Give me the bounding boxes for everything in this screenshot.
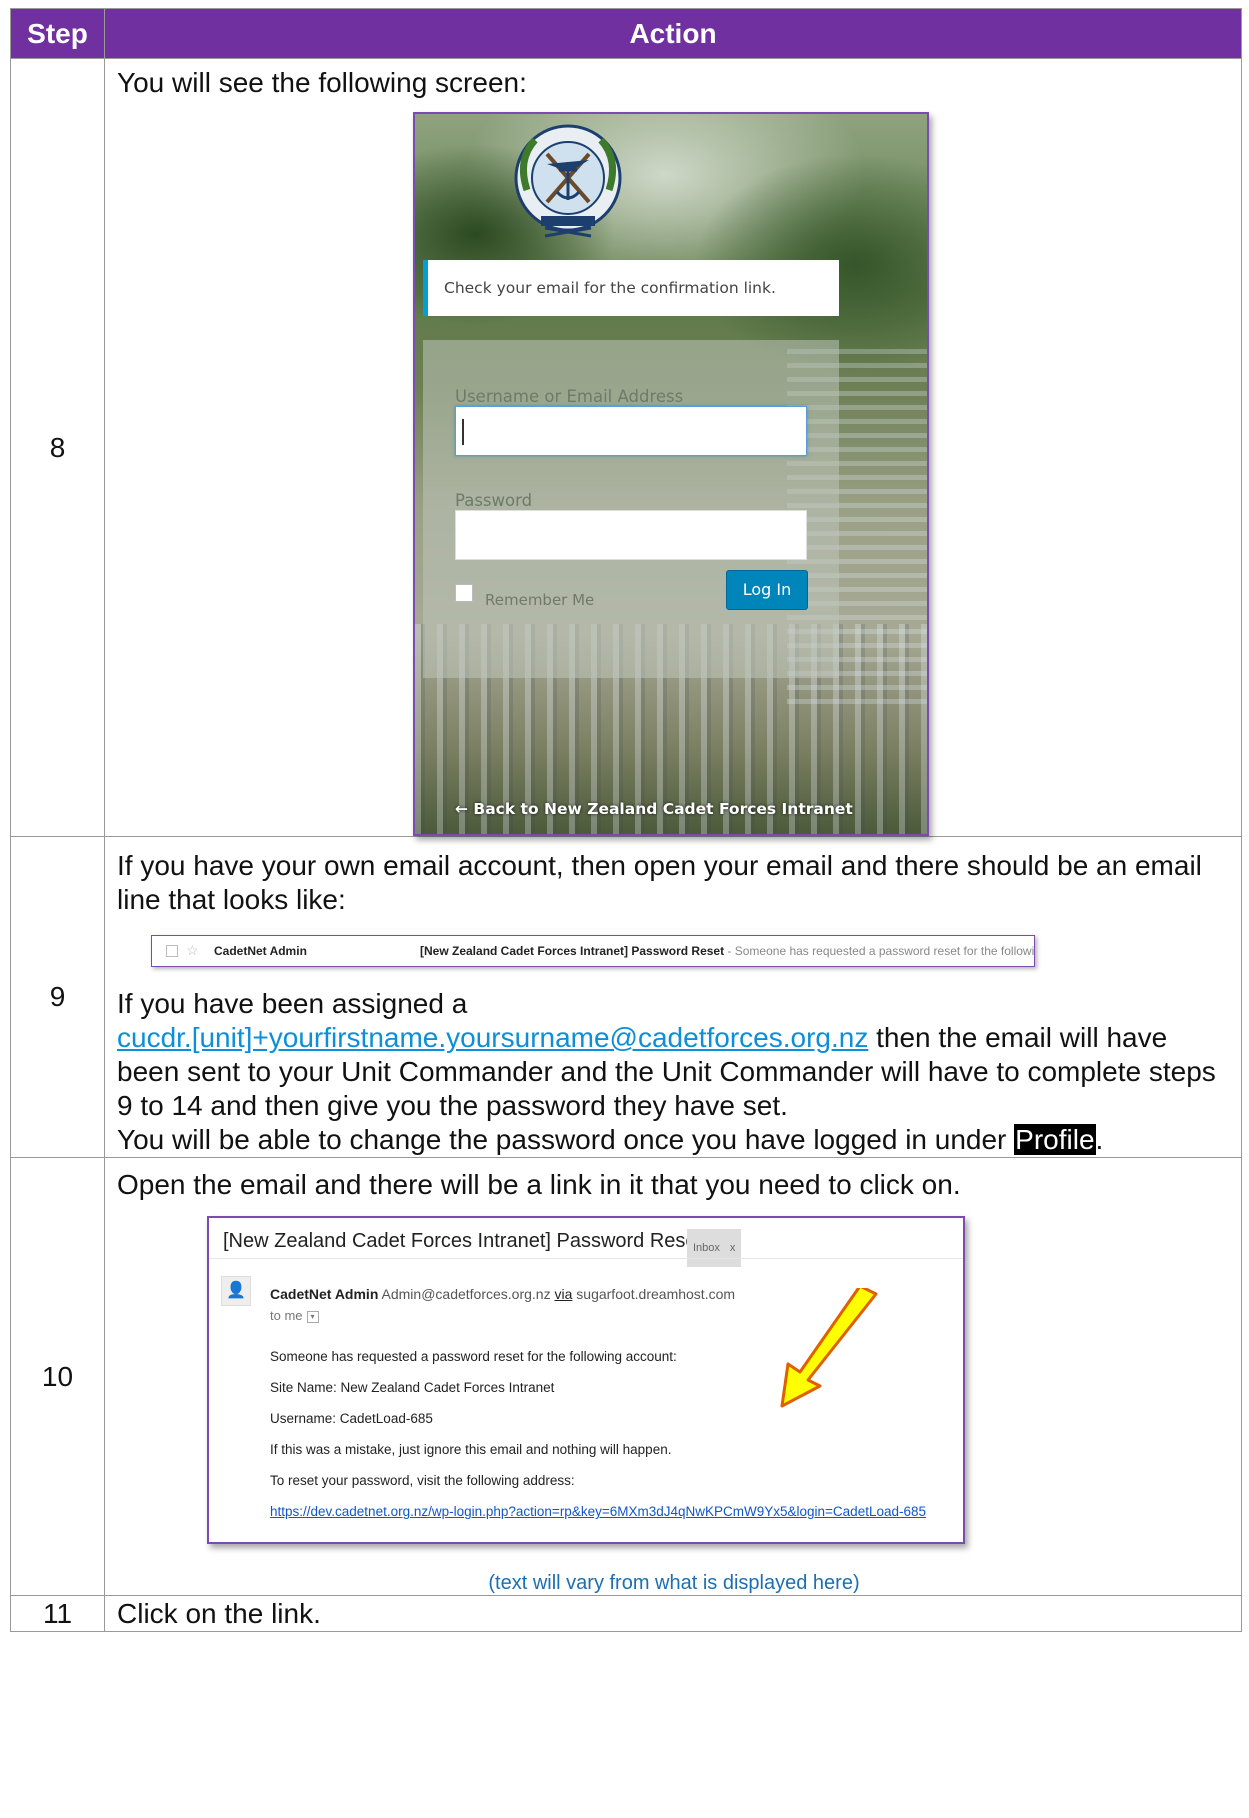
star-icon[interactable]: ☆ — [186, 943, 199, 957]
login-form: Username or Email Address Password Remem… — [423, 340, 839, 678]
step-action: Click on the link. — [104, 1595, 1242, 1632]
table-header-row: Step Action — [10, 8, 1242, 59]
table-row: 9 If you have your own email account, th… — [10, 836, 1242, 1158]
header-step: Step — [10, 8, 105, 59]
remember-me-checkbox[interactable] — [455, 584, 473, 602]
steps-table: Step Action 8 You will see the following… — [10, 8, 1242, 1632]
step-number: 10 — [10, 1157, 105, 1596]
assigned-paragraph: If you have been assigned a cucdr.[unit]… — [117, 987, 1231, 1123]
login-screenshot: Check your email for the confirmation li… — [413, 112, 929, 836]
email-body-line: To reset your password, visit the follow… — [270, 1473, 575, 1488]
header-action: Action — [104, 8, 1242, 59]
change-prefix: You will be able to change the password … — [117, 1124, 1015, 1155]
email-body-line: Site Name: New Zealand Cadet Forces Intr… — [270, 1380, 555, 1395]
inbox-email-row[interactable]: ☆ CadetNet Admin [New Zealand Cadet Forc… — [151, 935, 1035, 967]
email-body-line: Someone has requested a password reset f… — [270, 1349, 677, 1364]
pointer-arrow-icon — [780, 1288, 878, 1408]
divider — [209, 1258, 963, 1259]
remember-me-label: Remember Me — [485, 591, 595, 609]
table-row: 10 Open the email and there will be a li… — [10, 1157, 1242, 1596]
inbox-tag-text: Inbox — [693, 1242, 720, 1254]
step-action: You will see the following screen: Check… — [104, 58, 1242, 837]
table-row: 11 Click on the link. — [10, 1595, 1242, 1632]
email-body-line: Username: CadetLoad-685 — [270, 1411, 433, 1426]
recipient-line: to me ▾ — [270, 1299, 319, 1333]
via-link[interactable]: via — [554, 1286, 572, 1302]
step-number: 9 — [10, 836, 105, 1158]
assigned-email-link[interactable]: cucdr.[unit]+yourfirstname.yoursurname@c… — [117, 1022, 868, 1053]
step-intro: If you have your own email account, then… — [117, 850, 1202, 915]
close-icon[interactable]: x — [730, 1242, 736, 1254]
inbox-label-tag[interactable]: Inbox x — [687, 1229, 742, 1267]
row-checkbox[interactable] — [166, 945, 178, 957]
caption-note: (text will vary from what is displayed h… — [488, 1572, 860, 1594]
assigned-prefix: If you have been assigned a — [117, 988, 468, 1019]
avatar-icon: 👤 — [221, 1276, 251, 1306]
back-to-intranet-link[interactable]: ← Back to New Zealand Cadet Forces Intra… — [455, 792, 853, 826]
step-action: If you have your own email account, then… — [104, 836, 1242, 1158]
chevron-down-icon[interactable]: ▾ — [306, 1310, 319, 1323]
via-host: sugarfoot.dreamhost.com — [576, 1286, 736, 1302]
text-caret — [462, 419, 464, 445]
email-subject: [New Zealand Cadet Forces Intranet] Pass… — [420, 944, 1035, 958]
profile-highlight: Profile — [1014, 1124, 1096, 1155]
change-suffix: . — [1095, 1124, 1104, 1155]
change-password-paragraph: You will be able to change the password … — [117, 1123, 1231, 1157]
email-body-line: If this was a mistake, just ignore this … — [270, 1442, 672, 1457]
email-snippet: - Someone has requested a password reset… — [727, 944, 1035, 958]
cadet-forces-crest-logo — [514, 124, 622, 238]
notice-message: Check your email for the confirmation li… — [423, 260, 839, 316]
step-number: 8 — [10, 58, 105, 837]
step-number: 11 — [10, 1595, 105, 1632]
table-row: 8 You will see the following screen: Che… — [10, 58, 1242, 837]
step-action: Open the email and there will be a link … — [104, 1157, 1242, 1596]
email-subject-text: [New Zealand Cadet Forces Intranet] Pass… — [420, 944, 725, 958]
reset-password-link[interactable]: https://dev.cadetnet.org.nz/wp-login.php… — [270, 1495, 926, 1529]
username-input[interactable] — [455, 406, 807, 456]
password-input[interactable] — [455, 510, 807, 560]
step-intro: Open the email and there will be a link … — [117, 1169, 961, 1200]
sender-address: Admin@cadetforces.org.nz — [381, 1286, 551, 1302]
email-sender: CadetNet Admin — [214, 944, 307, 958]
recipient-text: to me — [270, 1308, 303, 1323]
email-subject-heading: [New Zealand Cadet Forces Intranet] Pass… — [223, 1230, 703, 1252]
email-sender-line: CadetNet Admin Admin@cadetforces.org.nz … — [270, 1277, 735, 1311]
log-in-button[interactable]: Log In — [726, 570, 808, 610]
step-intro: You will see the following screen: — [117, 67, 527, 98]
